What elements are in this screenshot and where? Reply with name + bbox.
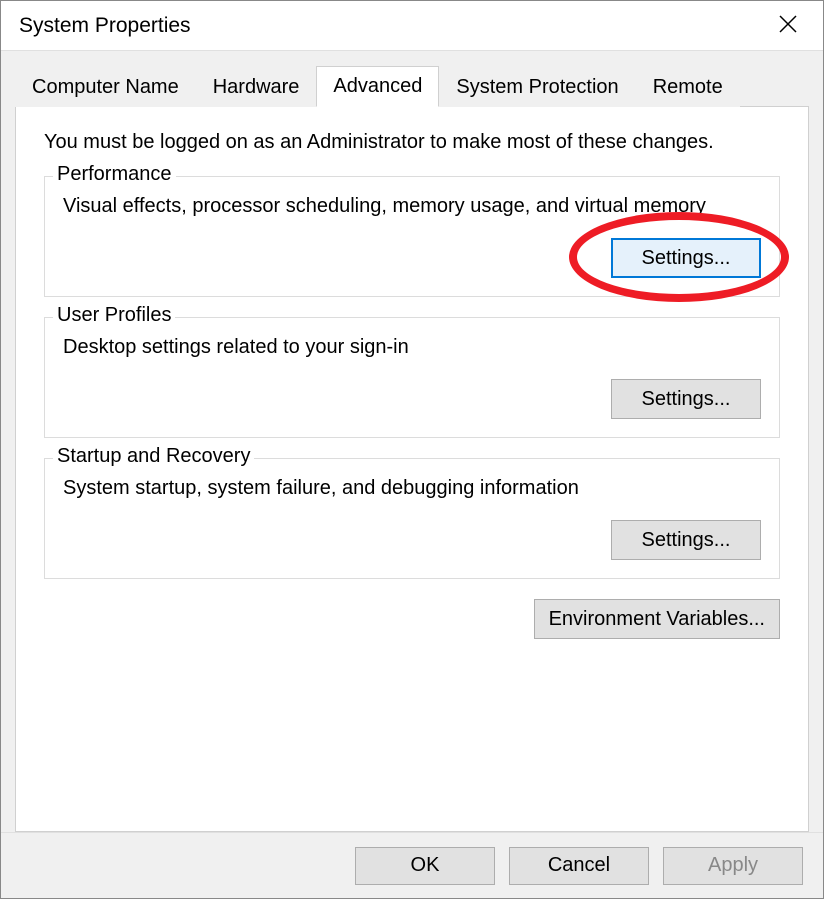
tab-strip: Computer Name Hardware Advanced System P… [15,65,809,106]
performance-group: Performance Visual effects, processor sc… [44,176,780,297]
dialog-body: Computer Name Hardware Advanced System P… [1,51,823,832]
dialog-footer: OK Cancel Apply [1,832,823,898]
performance-title: Performance [53,163,176,186]
window-title: System Properties [19,14,191,38]
performance-settings-button[interactable]: Settings... [611,238,761,278]
tab-hardware[interactable]: Hardware [196,67,317,107]
tab-computer-name[interactable]: Computer Name [15,67,196,107]
user-profiles-settings-button[interactable]: Settings... [611,379,761,419]
cancel-button[interactable]: Cancel [509,847,649,885]
startup-recovery-settings-button[interactable]: Settings... [611,520,761,560]
user-profiles-group: User Profiles Desktop settings related t… [44,317,780,438]
tab-remote[interactable]: Remote [636,67,740,107]
environment-variables-button[interactable]: Environment Variables... [534,599,780,639]
close-icon[interactable] [771,11,805,41]
startup-recovery-group: Startup and Recovery System startup, sys… [44,458,780,579]
tab-advanced[interactable]: Advanced [316,66,439,107]
startup-recovery-desc: System startup, system failure, and debu… [63,475,761,502]
apply-button[interactable]: Apply [663,847,803,885]
ok-button[interactable]: OK [355,847,495,885]
admin-notice: You must be logged on as an Administrato… [44,131,780,154]
user-profiles-title: User Profiles [53,304,175,327]
system-properties-window: System Properties Computer Name Hardware… [0,0,824,899]
user-profiles-desc: Desktop settings related to your sign-in [63,334,761,361]
advanced-panel: You must be logged on as an Administrato… [15,106,809,832]
performance-desc: Visual effects, processor scheduling, me… [63,193,761,220]
startup-recovery-title: Startup and Recovery [53,445,254,468]
titlebar: System Properties [1,1,823,51]
tab-system-protection[interactable]: System Protection [439,67,635,107]
